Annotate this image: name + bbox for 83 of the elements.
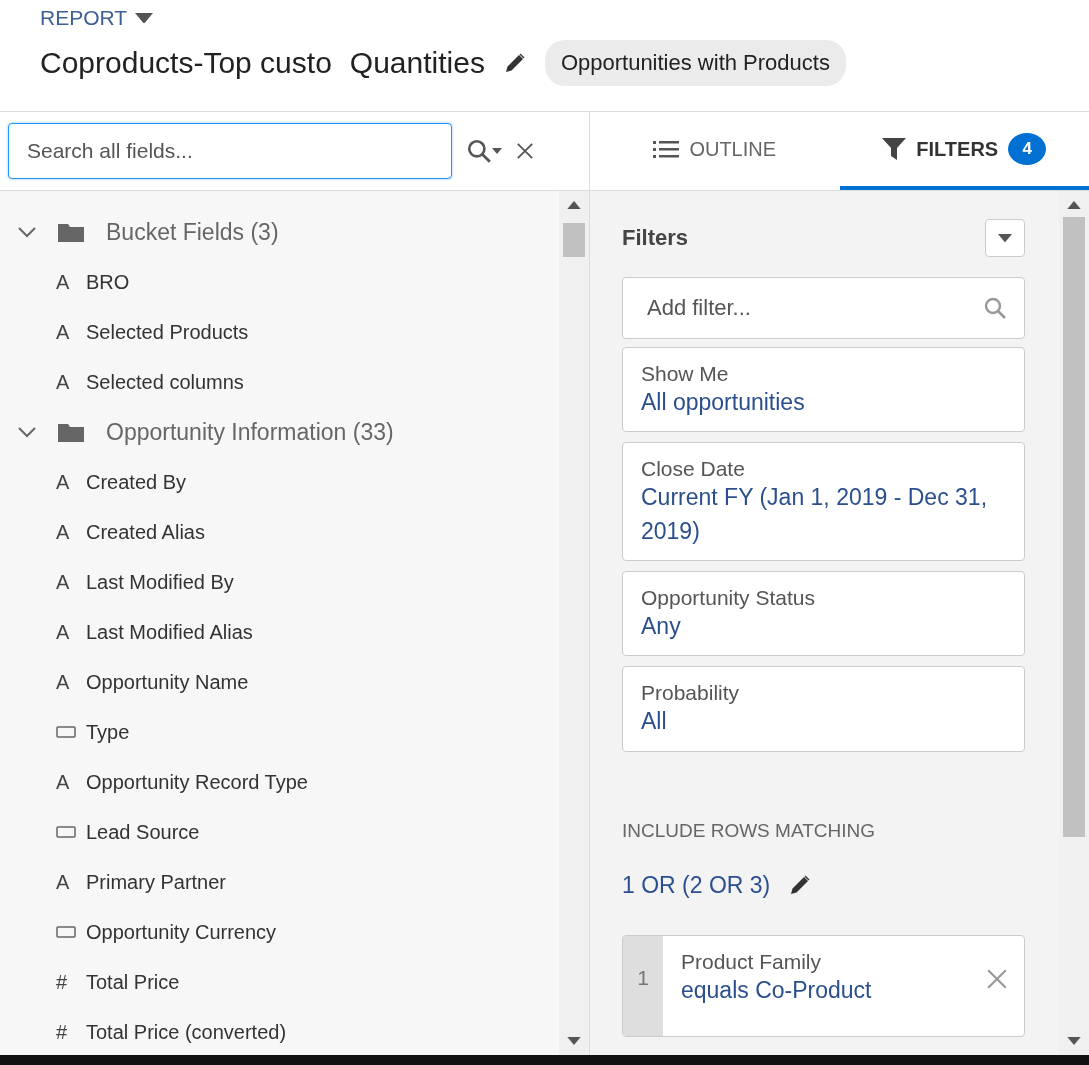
filter-value: All: [641, 707, 668, 737]
field-item[interactable]: Lead Source: [0, 807, 559, 857]
scroll-down-icon: [567, 1037, 581, 1045]
text-type-icon: A: [56, 320, 76, 344]
scroll-up-icon: [1067, 201, 1081, 209]
field-item[interactable]: A Selected Products: [0, 307, 559, 357]
field-item[interactable]: A BRO: [0, 257, 559, 307]
filter-card[interactable]: Probability All: [622, 666, 1025, 752]
filter-card[interactable]: Opportunity Status Any: [622, 571, 1025, 657]
field-item[interactable]: A Selected columns: [0, 357, 559, 407]
filter-value: Current FY (Jan 1, 2019 - Dec 31, 2019): [641, 483, 989, 546]
filters-title: Filters: [622, 225, 689, 251]
field-item[interactable]: Opportunity Currency: [0, 907, 559, 957]
text-type-icon: A: [56, 520, 76, 544]
count-badge: 4: [1008, 133, 1047, 165]
filter-card[interactable]: 1 Product Family equals Co-Product: [622, 934, 1025, 1037]
filter-label: Show Me: [641, 362, 730, 386]
folder-icon: [58, 422, 84, 442]
filter-number: 1: [623, 935, 663, 1036]
filter-card[interactable]: Show Me All opportunities: [622, 347, 1025, 433]
field-item[interactable]: A Last Modified Alias: [0, 607, 559, 657]
number-type-icon: #: [56, 970, 76, 994]
filter-icon: [882, 138, 907, 160]
field-item[interactable]: # Total Price (converted): [0, 1007, 559, 1055]
field-group[interactable]: Bucket Fields (3): [0, 207, 559, 257]
report-type-button[interactable]: REPORT: [40, 6, 154, 30]
scroll-up-icon: [567, 201, 581, 209]
chevron-down-icon[interactable]: [18, 226, 36, 238]
scroll-down-icon: [1067, 1037, 1081, 1045]
search-menu-button[interactable]: [466, 138, 502, 164]
picklist-icon: [56, 926, 76, 938]
scrollbar-thumb[interactable]: [1063, 217, 1085, 837]
text-type-icon: A: [56, 470, 76, 494]
picklist-icon: [56, 726, 76, 738]
report-title: Coproducts-Top custo: [40, 48, 332, 78]
filter-value: equals Co-Product: [681, 975, 873, 1005]
field-group[interactable]: Opportunity Information (33): [0, 407, 559, 457]
number-type-icon: #: [56, 1020, 76, 1044]
search-field[interactable]: Search all fields...: [8, 123, 452, 179]
close-icon: [516, 142, 534, 160]
filter-logic: 1 OR (2 OR 3): [622, 871, 771, 899]
filter-label: Probability: [641, 681, 741, 706]
group-label: Opportunity Information (33): [106, 418, 394, 446]
filter-label: Opportunity Status: [641, 586, 816, 611]
filter-label: Close Date: [641, 457, 746, 482]
filter-card[interactable]: Close Date Current FY (Jan 1, 2019 - Dec 31, 2019): [622, 442, 1025, 562]
field-item[interactable]: A Last Modified By: [0, 557, 559, 607]
remove-icon: [986, 967, 1008, 990]
text-type-icon: A: [56, 370, 76, 394]
picklist-icon: [56, 826, 76, 838]
filter-value: All opportunities: [641, 388, 806, 417]
tab[interactable]: OUTLINE: [590, 112, 840, 190]
text-type-icon: A: [56, 570, 76, 594]
text-type-icon: A: [56, 870, 76, 894]
filter-label: Product Family: [681, 949, 823, 974]
list-icon: [653, 139, 680, 159]
caret-icon: [135, 12, 154, 24]
text-type-icon: A: [56, 670, 76, 694]
text-type-icon: A: [56, 270, 76, 294]
caret-icon: [998, 233, 1012, 243]
report-title: Quantities: [349, 48, 485, 78]
field-item[interactable]: A Primary Partner: [0, 857, 559, 907]
text-type-icon: A: [56, 770, 76, 794]
add-filter-field[interactable]: Add filter...: [622, 277, 1025, 339]
logic-label: INCLUDE ROWS MATCHING: [622, 819, 876, 842]
search-icon: [466, 138, 492, 164]
chevron-down-icon[interactable]: [18, 426, 36, 438]
field-item[interactable]: Type: [0, 707, 559, 757]
filter-value: Any: [641, 612, 682, 642]
field-item[interactable]: A Opportunity Record Type: [0, 757, 559, 807]
search-icon: [983, 296, 1007, 320]
field-item[interactable]: # Total Price: [0, 957, 559, 1007]
filters-menu-button[interactable]: [985, 219, 1025, 257]
scrollbar-thumb[interactable]: [563, 223, 585, 257]
clear-button[interactable]: [516, 142, 534, 160]
field-item[interactable]: A Created Alias: [0, 507, 559, 557]
caret-icon: [492, 148, 502, 154]
report-type-badge: Opportunities with Products: [544, 40, 846, 86]
field-item[interactable]: A Opportunity Name: [0, 657, 559, 707]
folder-icon: [58, 222, 84, 242]
group-label: Bucket Fields (3): [106, 218, 279, 246]
field-item[interactable]: A Created By: [0, 457, 559, 507]
text-type-icon: A: [56, 620, 76, 644]
